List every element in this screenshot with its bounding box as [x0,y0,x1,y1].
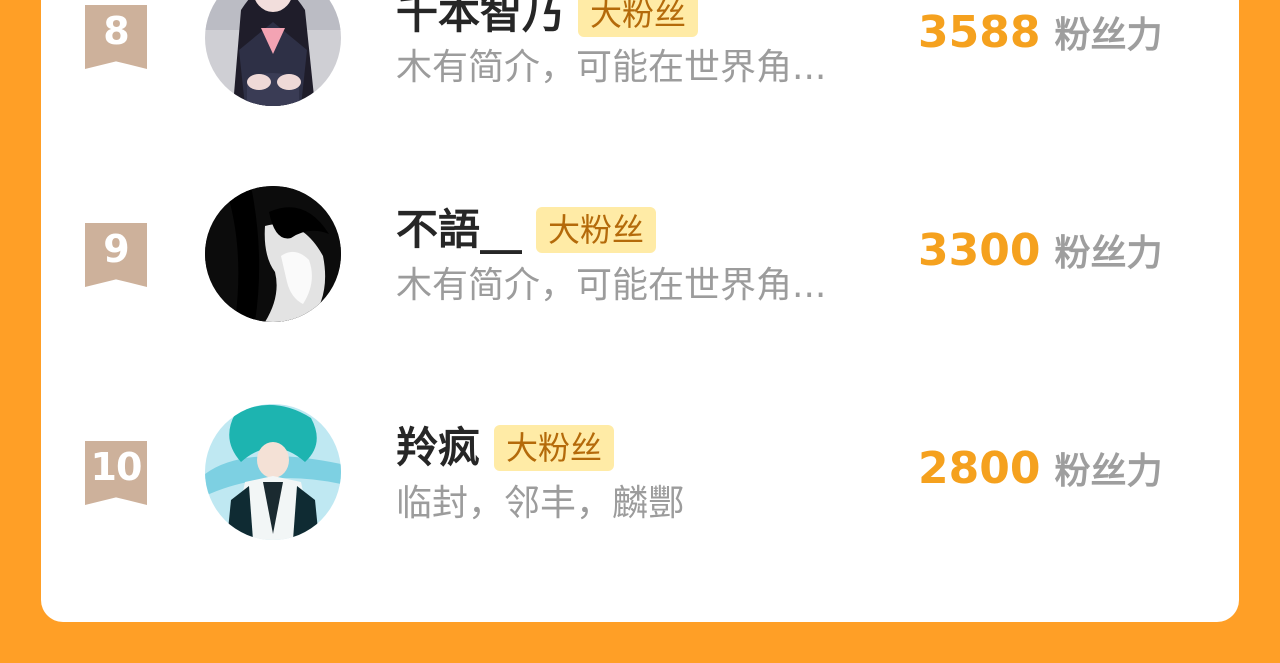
fan-power-score: 3300 粉丝力 [918,224,1162,276]
user-name[interactable]: 千本智乃 [396,0,564,40]
user-name-line: 不語__ 大粉丝 [396,204,657,256]
user-name-line: 千本智乃 大粉丝 [396,0,699,40]
list-item-rank-10[interactable]: 10 羚疯 大粉丝 临封，邻丰，麟酆 2800 粉丝力 [0,394,1280,554]
rank-number: 10 [90,445,143,489]
score-unit: 粉丝力 [1054,233,1163,274]
user-name[interactable]: 不語__ [396,204,522,256]
rank-ribbon-icon: 10 [85,441,147,505]
user-name-line: 羚疯 大粉丝 [396,422,615,474]
score-value: 3588 [918,7,1041,58]
score-value: 2800 [918,443,1041,494]
user-bio: 木有简介，可能在世界角... [396,265,827,306]
list-item-rank-8[interactable]: 8 千本智乃 大粉丝 木有简介，可能在世界角... 3588 粉丝力 [0,0,1280,118]
rank-ribbon-icon: 8 [85,5,147,69]
fan-power-score: 2800 粉丝力 [918,442,1162,494]
score-value: 3300 [918,225,1041,276]
anime-girl-icon [205,0,341,106]
avatar[interactable] [205,404,341,540]
fan-level-badge: 大粉丝 [578,0,699,37]
avatar[interactable] [205,186,341,322]
score-unit: 粉丝力 [1054,451,1163,492]
monochrome-portrait-icon [205,186,341,322]
fan-power-score: 3588 粉丝力 [918,6,1162,58]
fan-level-badge: 大粉丝 [494,425,615,471]
rank-number: 8 [103,9,129,53]
user-name[interactable]: 羚疯 [396,422,480,474]
user-bio: 木有简介，可能在世界角... [396,47,827,88]
anime-warrior-icon [205,404,341,540]
avatar[interactable] [205,0,341,106]
score-unit: 粉丝力 [1054,15,1163,56]
rank-ribbon-icon: 9 [85,223,147,287]
list-item-rank-9[interactable]: 9 不語__ 大粉丝 木有简介，可能在世界角... 3300 粉丝力 [0,176,1280,336]
fan-level-badge: 大粉丝 [536,207,657,253]
rank-number: 9 [103,227,129,271]
user-bio: 临封，邻丰，麟酆 [396,483,685,524]
